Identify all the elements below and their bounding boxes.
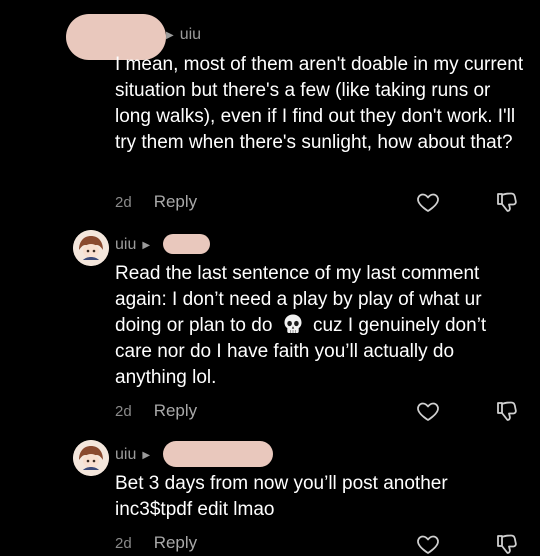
heart-outline-icon[interactable]	[416, 532, 440, 556]
comment-header: uiu ▶	[115, 236, 150, 254]
thumbs-down-outline-icon[interactable]	[495, 532, 519, 556]
comment-3: uiu ▶ Bet 3 days from now you’ll post an…	[0, 435, 540, 554]
comment-header: ▶ uiu	[166, 26, 201, 44]
comment-header: uiu ▶	[115, 446, 150, 464]
comment-age: 2d	[115, 193, 132, 211]
comment-text: I mean, most of them aren't doable in my…	[115, 54, 524, 153]
thumbs-down-outline-icon[interactable]	[495, 190, 519, 214]
comment-text: Bet 3 days from now you’ll post another …	[115, 473, 448, 520]
avatar[interactable]	[73, 230, 109, 266]
heart-outline-icon[interactable]	[416, 190, 440, 214]
comment-text: Read the last sentence of my last commen…	[115, 261, 525, 391]
comment-age: 2d	[115, 402, 132, 420]
avatar[interactable]	[73, 440, 109, 476]
comment-2: uiu ▶ Read the last sentence of my last …	[0, 225, 540, 435]
triangle-right-icon: ▶	[142, 239, 151, 251]
username[interactable]: uiu	[115, 236, 136, 254]
triangle-right-icon: ▶	[166, 29, 174, 41]
comment-meta: 2d Reply	[115, 401, 197, 421]
triangle-right-icon: ▶	[142, 449, 151, 461]
reply-button[interactable]: Reply	[154, 533, 197, 553]
comment-1: ▶ uiu I mean, most of them aren't doable…	[0, 0, 540, 225]
reply-button[interactable]: Reply	[154, 401, 197, 421]
heart-outline-icon[interactable]	[416, 399, 440, 423]
thumbs-down-outline-icon[interactable]	[495, 399, 519, 423]
redacted-reply-username	[163, 234, 210, 254]
comment-meta: 2d Reply	[115, 192, 197, 212]
reply-button[interactable]: Reply	[154, 192, 197, 212]
comment-meta: 2d Reply	[115, 533, 197, 553]
skull-emoji-icon	[284, 314, 302, 333]
username[interactable]: uiu	[115, 446, 136, 464]
reply-to-username[interactable]: uiu	[180, 26, 201, 44]
redacted-reply-username	[163, 441, 273, 467]
comment-age: 2d	[115, 534, 132, 552]
